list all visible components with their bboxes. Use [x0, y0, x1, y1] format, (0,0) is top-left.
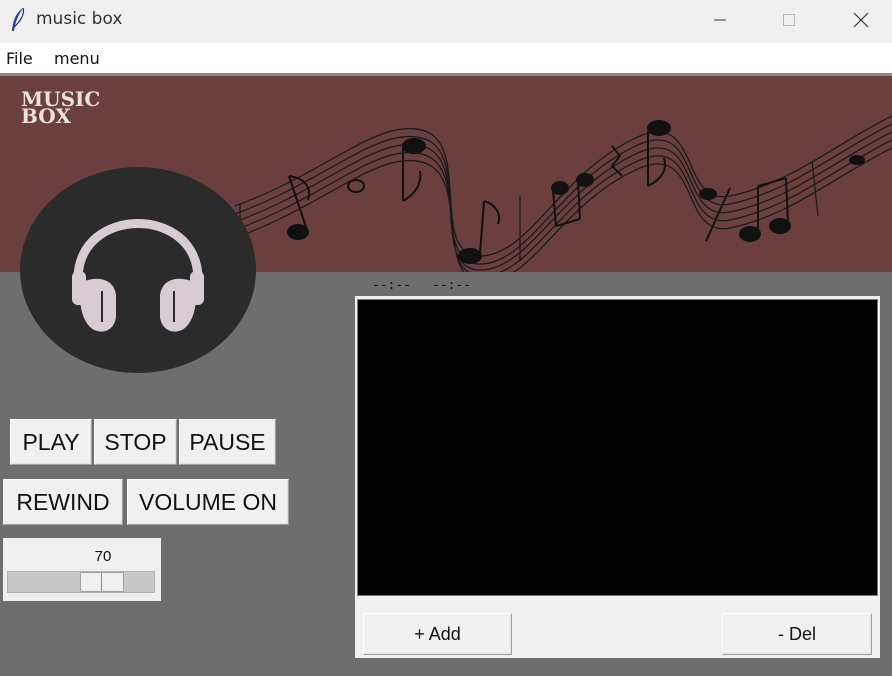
playlist-listbox[interactable]: [357, 299, 878, 596]
maximize-icon: [783, 14, 795, 26]
pause-button[interactable]: PAUSE: [179, 419, 276, 465]
menu-menu[interactable]: menu: [54, 49, 100, 68]
rewind-button[interactable]: REWIND: [3, 479, 123, 525]
menu-bar: File menu: [0, 43, 892, 73]
close-icon: [853, 12, 869, 28]
elapsed-time: --:--: [372, 278, 412, 293]
minimize-icon: [714, 19, 726, 21]
close-button[interactable]: [838, 0, 884, 40]
delete-song-button[interactable]: - Del: [722, 613, 872, 655]
total-time: --:--: [432, 278, 472, 293]
headphones-icon: [72, 219, 204, 332]
add-song-button[interactable]: + Add: [363, 613, 512, 655]
maximize-button[interactable]: [766, 0, 812, 40]
title-bar: music box: [0, 0, 892, 40]
stop-button[interactable]: STOP: [94, 419, 177, 465]
play-button[interactable]: PLAY: [10, 419, 92, 465]
volume-value: 70: [94, 548, 112, 565]
menu-file[interactable]: File: [6, 49, 33, 68]
volume-scale: 70: [3, 538, 161, 601]
minimize-button[interactable]: [697, 0, 743, 40]
banner-logo: MUSIC BOX: [21, 89, 100, 126]
window-title: music box: [36, 9, 123, 29]
volume-toggle-button[interactable]: VOLUME ON: [127, 479, 289, 525]
feather-icon: [12, 7, 25, 31]
volume-slider-handle[interactable]: [80, 572, 124, 592]
